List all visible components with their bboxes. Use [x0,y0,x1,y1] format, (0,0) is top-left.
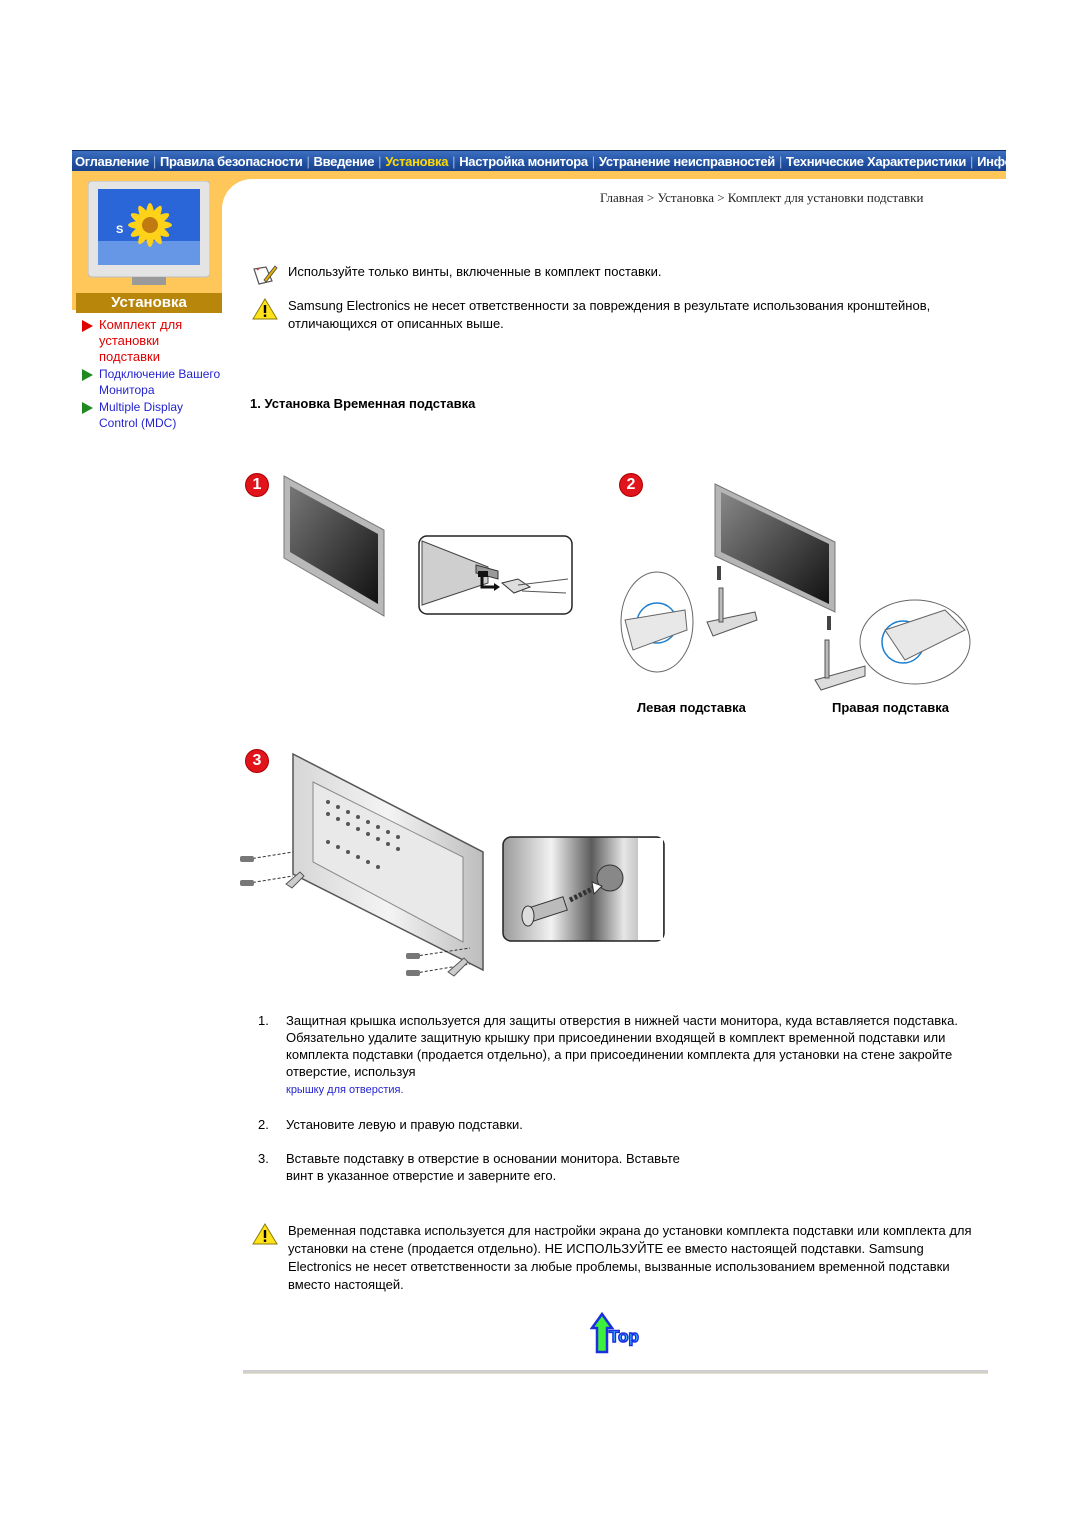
note-text: Используйте только винты, включенные в к… [288,264,662,279]
header-orange-strip [72,171,1006,179]
screw-hole-detail [502,836,665,942]
monitor-front-illustration [283,475,385,617]
nav-specifications[interactable]: Технические Характеристики [783,154,969,169]
step-text: Установите левую и правую подставки. [286,1117,523,1132]
sidebar-nav: Комплект для установки подставки Подключ… [82,317,222,432]
instruction-step: 2. Установите левую и правую подставки. [258,1116,988,1133]
sidebar-item-stand-kit[interactable]: Комплект для установки подставки [82,317,222,365]
back-to-top-button[interactable]: Top [590,1312,645,1354]
note-screws: Используйте только винты, включенные в к… [252,263,972,287]
nav-safety[interactable]: Правила безопасности [157,154,305,169]
instruction-step: 1. Защитная крышка используется для защи… [258,1012,988,1099]
content-rounded-corner [222,179,282,239]
right-stand-label: Правая подставка [832,700,950,715]
left-stand-label: Левая подставка [637,700,746,715]
step-text: Защитная крышка используется для защиты … [286,1013,959,1079]
triangle-bullet-icon [82,402,93,414]
top-label: Top [609,1327,639,1346]
monitor-back-illustration [240,752,484,977]
hole-cover-link[interactable]: крышку для отверстия. [286,1084,404,1096]
svg-text:S: S [116,224,123,236]
warning-temporary-stand: Временная подставка используется для нас… [252,1222,972,1294]
top-navigation: Оглавление | Правила безопасности | Введен… [72,150,1006,172]
section-heading: 1. Установка Временная подставка [250,396,476,411]
monitor-illustration: S [88,181,210,285]
instruction-step: 3. Вставьте подставку в отверстие в осно… [258,1150,988,1184]
section-title: Установка [76,293,222,313]
warning-text: Samsung Electronics не несет ответственн… [288,298,931,331]
step-1-badge: 1 [246,474,268,496]
nav-adjusting-monitor[interactable]: Настройка монитора [456,154,591,169]
warning-brackets: Samsung Electronics не несет ответственн… [252,297,972,333]
sidebar-item-label: Комплект для установки подставки [99,317,183,364]
triangle-bullet-icon [82,320,93,332]
sidebar-item-mdc[interactable]: Multiple Display Control (MDC) [82,399,222,431]
step-number: 3. [258,1151,269,1166]
step-text: Вставьте подставку в отверстие в основан… [286,1151,680,1183]
nav-troubleshooting[interactable]: Устранение неисправностей [596,154,778,169]
nav-contents[interactable]: Оглавление [72,154,152,169]
instruction-list: 1. Защитная крышка используется для защи… [258,1012,988,1201]
nav-introduction[interactable]: Введение [311,154,378,169]
warning-text: Временная подставка используется для нас… [288,1223,972,1292]
sidebar-item-label: Multiple Display Control (MDC) [99,400,184,430]
breadcrumb: Главная > Установка > Комплект для устан… [600,190,924,205]
sidebar-item-label: Подключение Вашего Монитора [99,367,221,397]
step-number: 1. [258,1013,269,1028]
protective-cover-detail [418,535,573,615]
triangle-bullet-icon [82,369,93,381]
nav-setup[interactable]: Установка [382,154,451,169]
footer-divider [243,1370,988,1374]
step-number: 2. [258,1117,269,1132]
sidebar-item-connecting-monitor[interactable]: Подключение Вашего Монитора [82,366,222,398]
memo-pencil-icon [253,265,278,285]
nav-information[interactable]: Информаци [974,154,1006,169]
stand-attachment-illustration [620,483,971,691]
warning-icon [252,298,278,320]
warning-icon [252,1223,278,1245]
